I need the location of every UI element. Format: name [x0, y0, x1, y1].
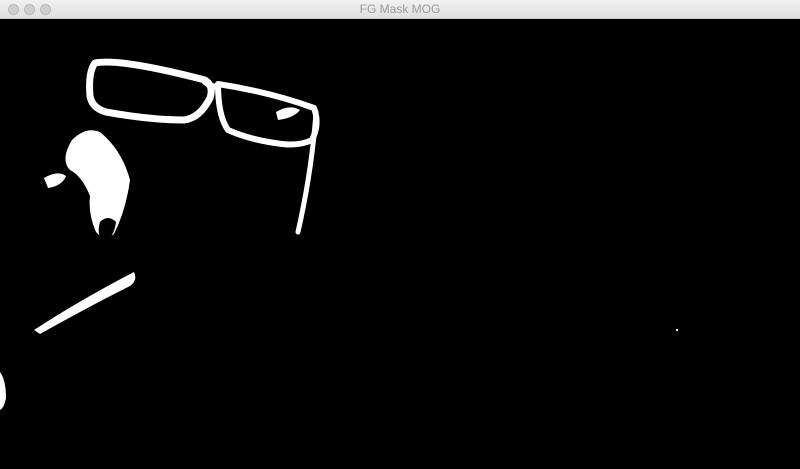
window-title: FG Mask MOG	[359, 2, 441, 16]
foreground-mask-canvas	[0, 19, 800, 469]
app-window: FG Mask MOG	[0, 0, 800, 469]
title-bar[interactable]: FG Mask MOG	[0, 0, 800, 19]
foreground-mask-image	[0, 19, 800, 469]
